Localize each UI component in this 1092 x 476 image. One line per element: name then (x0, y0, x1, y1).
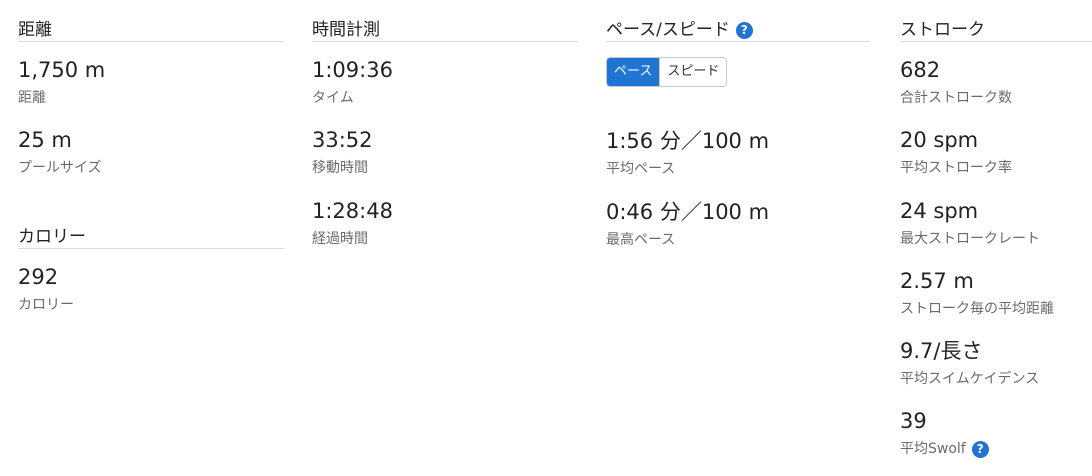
distance-section-divider (18, 41, 284, 42)
stat-max-stroke-rate: 24 spm 最大ストロークレート (900, 198, 1040, 248)
stat-value: 1:28:48 (312, 199, 393, 223)
stat-label: 最大ストロークレート (900, 231, 1040, 247)
stat-avg-distance-per-stroke: 2.57 m ストローク毎の平均距離 (900, 268, 1054, 318)
stat-label: プールサイズ (18, 160, 102, 176)
stat-label: 最高ペース (606, 232, 676, 248)
stat-value: 20 spm (900, 128, 979, 152)
help-icon[interactable]: ? (971, 440, 989, 458)
distance-section-title: 距離 (18, 20, 52, 40)
stat-time: 1:09:36 タイム (312, 57, 393, 107)
stat-label: 平均ペース (606, 161, 676, 177)
stat-best-pace: 0:46 分／100 m 最高ペース (606, 199, 769, 249)
pace-section-divider (606, 41, 870, 42)
stat-value: 2.57 m (900, 269, 974, 293)
stat-moving-time: 33:52 移動時間 (312, 127, 373, 177)
stat-label: ストローク毎の平均距離 (900, 301, 1054, 317)
pace-speed-toggle: ペース スピード (606, 57, 728, 87)
stat-label: 移動時間 (312, 160, 368, 176)
stat-label: タイム (312, 90, 354, 106)
timing-section-divider (312, 41, 578, 42)
stat-calories: 292 カロリー (18, 264, 74, 314)
help-icon[interactable]: ? (735, 21, 753, 39)
stat-pool-size: 25 m プールサイズ (18, 127, 102, 177)
stat-value: 24 spm (900, 199, 979, 223)
calorie-section-title: カロリー (18, 227, 86, 247)
pace-toggle-button[interactable]: ペース (607, 58, 660, 86)
stat-avg-swim-cadence: 9.7/長さ 平均スイムケイデンス (900, 338, 1039, 388)
stat-value: 33:52 (312, 128, 373, 152)
stat-label: 平均ストローク率 (900, 160, 1012, 176)
stat-value: 25 m (18, 128, 72, 152)
pace-section-title: ペース/スピード ? (606, 19, 753, 41)
timing-section-title: 時間計測 (312, 20, 380, 40)
speed-toggle-button[interactable]: スピード (659, 58, 727, 86)
stat-label: 経過時間 (312, 231, 368, 247)
stat-value: 39 (900, 409, 927, 433)
stat-avg-pace: 1:56 分／100 m 平均ペース (606, 128, 769, 178)
stroke-section-divider (900, 41, 1092, 42)
stat-label-text: 平均Swolf (900, 441, 966, 457)
stat-value: 1:09:36 (312, 58, 393, 82)
stat-avg-stroke-rate: 20 spm 平均ストローク率 (900, 127, 1012, 177)
calorie-section-divider (18, 248, 284, 249)
stat-label: 平均スイムケイデンス (900, 371, 1040, 387)
stat-value: 9.7/長さ (900, 339, 983, 363)
stat-label: 距離 (18, 90, 46, 106)
stat-elapsed-time: 1:28:48 経過時間 (312, 198, 393, 248)
stat-total-strokes: 682 合計ストローク数 (900, 57, 1012, 107)
stat-label: カロリー (18, 297, 74, 313)
stat-label: 合計ストローク数 (900, 90, 1012, 106)
stat-value: 1,750 m (18, 58, 106, 82)
stat-value: 682 (900, 58, 941, 82)
pace-section-title-text: ペース/スピード (606, 20, 730, 40)
stat-value: 292 (18, 265, 59, 289)
stat-value: 1:56 分／100 m (606, 129, 770, 153)
stat-value: 0:46 分／100 m (606, 200, 770, 224)
stat-distance: 1,750 m 距離 (18, 57, 105, 107)
stat-avg-swolf: 39 平均Swolf ? (900, 408, 989, 458)
stroke-section-title: ストローク (900, 20, 985, 40)
stat-label: 平均Swolf ? (900, 440, 989, 458)
